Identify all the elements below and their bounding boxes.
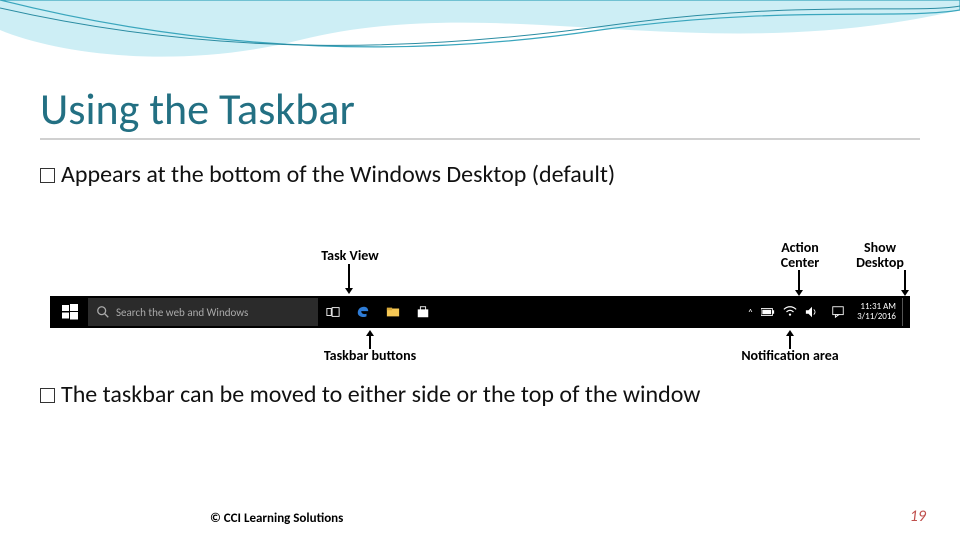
edge-icon [356, 305, 370, 319]
volume-icon[interactable] [805, 305, 819, 319]
label-task-view: Task View [310, 248, 390, 263]
bullet-1-text: Appears at the bottom of the Windows Des… [61, 160, 615, 189]
file-explorer-button[interactable] [378, 305, 408, 319]
taskbar-spacer [438, 298, 742, 326]
header-wave [0, 0, 960, 80]
battery-icon[interactable] [761, 305, 775, 319]
wifi-icon[interactable] [783, 305, 797, 319]
slide-title: Using the Taskbar [40, 82, 355, 136]
bullet-2-text: The taskbar can be moved to either side … [61, 380, 700, 409]
title-underline [40, 138, 920, 140]
file-explorer-icon [386, 305, 400, 319]
chevron-up-icon[interactable]: ˄ [748, 306, 753, 319]
page-number: 19 [910, 507, 926, 526]
bullet-1: Appears at the bottom of the Windows Des… [40, 160, 615, 189]
search-icon [96, 305, 110, 319]
label-taskbar-buttons: Taskbar buttons [310, 348, 430, 363]
clock[interactable]: 11:31 AM 3/11/2016 [851, 298, 902, 326]
windows-logo-icon [62, 304, 78, 320]
task-view-icon [326, 305, 340, 319]
start-button[interactable] [52, 298, 88, 326]
bullet-marker [40, 388, 55, 403]
edge-button[interactable] [348, 305, 378, 319]
store-button[interactable] [408, 305, 438, 319]
action-center-icon [831, 305, 845, 319]
task-view-button[interactable] [318, 298, 348, 326]
clock-date: 3/11/2016 [857, 312, 896, 322]
search-placeholder: Search the web and Windows [116, 306, 248, 319]
label-show-desktop: Show Desktop [845, 240, 915, 271]
label-action-center: Action Center [770, 240, 830, 271]
copyright: © CCI Learning Solutions [210, 511, 343, 526]
store-icon [416, 305, 430, 319]
action-center-button[interactable] [825, 298, 851, 326]
slide: Using the Taskbar Appears at the bottom … [0, 0, 960, 540]
bullet-2: The taskbar can be moved to either side … [40, 380, 700, 409]
windows-taskbar: Search the web and Windows ˄ [50, 296, 910, 328]
pinned-apps [348, 298, 438, 326]
bullet-marker [40, 168, 55, 183]
label-notification-area: Notification area [720, 348, 860, 363]
system-tray: ˄ [742, 298, 825, 326]
show-desktop-button[interactable] [902, 298, 908, 326]
search-box[interactable]: Search the web and Windows [88, 298, 318, 326]
